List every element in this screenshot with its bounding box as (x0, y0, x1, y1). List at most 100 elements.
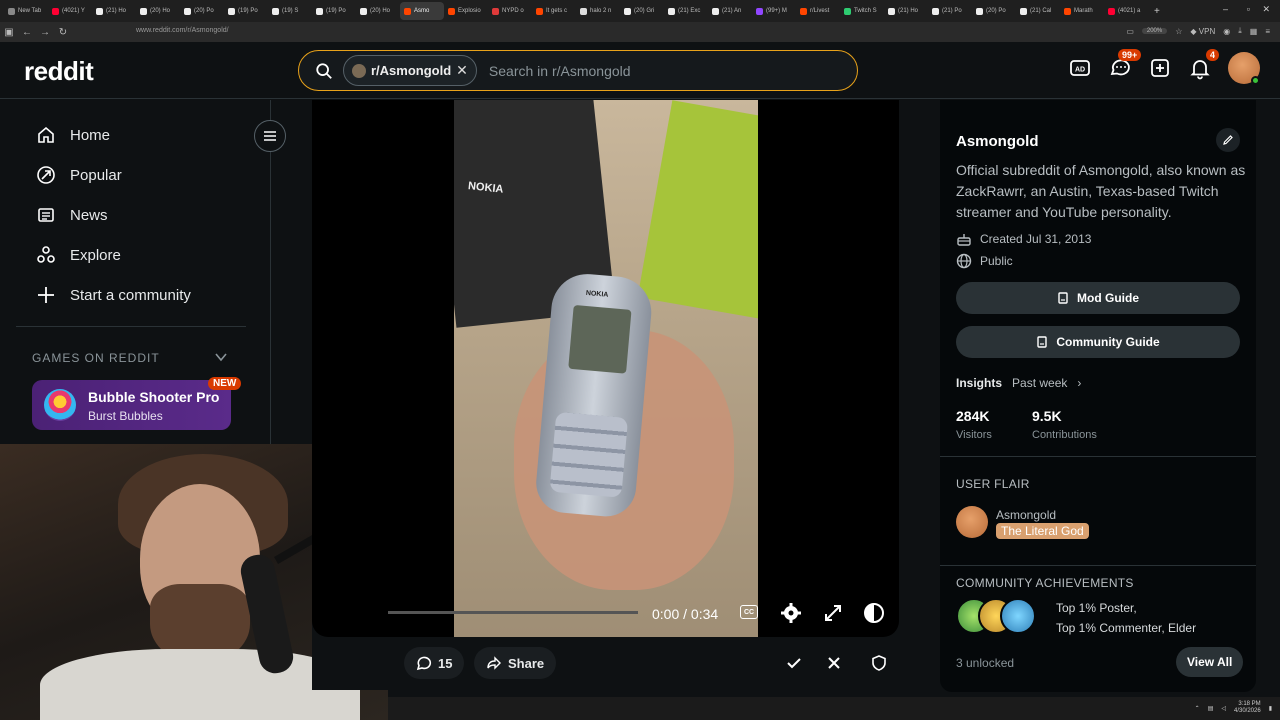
url-field[interactable]: www.reddit.com/r/Asmongold/ (136, 27, 229, 34)
nav-item-start-community[interactable]: Start a community (36, 280, 191, 310)
flair-tag[interactable]: The Literal God (996, 523, 1089, 539)
browser-tab[interactable]: Marath (1060, 2, 1104, 20)
mod-guide-label: Mod Guide (1077, 291, 1139, 305)
browser-tab[interactable]: (21) Ho (92, 2, 136, 20)
reload-icon[interactable]: ↻ (54, 27, 72, 38)
approve-button[interactable] (778, 647, 810, 679)
guide-book-icon (1058, 292, 1068, 304)
bookmark-star-icon[interactable]: ☆ (1175, 27, 1182, 36)
browser-tab[interactable]: (20) Ho (356, 2, 400, 20)
post-action-bar: 15 Share (402, 647, 902, 679)
chevron-down-icon[interactable] (214, 350, 228, 364)
browser-tab[interactable]: (20) Po (972, 2, 1016, 20)
browser-tab[interactable]: (19) Po (224, 2, 268, 20)
browser-tab[interactable]: Asmo (400, 2, 444, 20)
mod-guide-button[interactable]: Mod Guide (956, 282, 1240, 314)
tab-label: (21) An (722, 8, 742, 14)
browser-tab[interactable]: (20) Gri (620, 2, 664, 20)
browser-tab[interactable]: (20) Po (180, 2, 224, 20)
browser-tab[interactable]: (4021) Y (48, 2, 92, 20)
browser-tab[interactable]: (4021) a (1104, 2, 1148, 20)
screenshot-icon[interactable]: ▭ (1126, 27, 1134, 36)
browser-tab[interactable]: (21) An (708, 2, 752, 20)
community-description: Official subreddit of Asmongold, also kn… (956, 162, 1246, 220)
browser-tab[interactable]: halo 2 n (576, 2, 620, 20)
zoom-level[interactable]: 200% (1141, 28, 1168, 34)
flair-avatar[interactable] (956, 506, 988, 538)
speaker-icon[interactable]: ◁ (1221, 705, 1226, 712)
download-icon[interactable]: ⤓ (1238, 26, 1242, 36)
nav-item-home[interactable]: Home (36, 120, 110, 150)
home-icon (38, 126, 54, 143)
tab-favicon-icon (580, 7, 587, 15)
search-input[interactable]: Search in r/Asmongold (489, 63, 631, 79)
settings-gear-icon[interactable] (780, 602, 802, 624)
volume-icon[interactable] (863, 602, 885, 624)
browser-tab[interactable]: NYPD o (488, 2, 532, 20)
view-all-button[interactable]: View All (1176, 647, 1244, 677)
video-player[interactable]: NOKIA NOKIA 0:00 / 0:34 CC (312, 100, 899, 637)
tab-label: It gets c (546, 8, 568, 14)
notification-center-icon[interactable]: ▮ (1269, 705, 1272, 712)
game-card-bubble-shooter[interactable]: Bubble Shooter Pro Burst Bubbles NEW (32, 377, 242, 430)
back-icon[interactable]: ← (18, 27, 36, 38)
browser-tab[interactable]: (19) Po (312, 2, 356, 20)
remove-button[interactable] (818, 647, 850, 679)
pencil-icon (1223, 135, 1233, 145)
captions-icon[interactable]: CC (740, 605, 758, 619)
mod-shield-button[interactable] (863, 647, 895, 679)
vpn-button[interactable]: ◆ VPN (1190, 27, 1215, 36)
browser-tab[interactable]: (19) S (268, 2, 312, 20)
maximize-icon[interactable]: ▫ (1247, 4, 1250, 14)
network-icon[interactable]: ▤ (1208, 705, 1214, 712)
fullscreen-icon[interactable] (822, 602, 844, 624)
advertise-icon[interactable]: AD (1068, 56, 1092, 80)
wallet-icon[interactable]: ◉ (1223, 27, 1230, 36)
reddit-logo[interactable]: reddit (24, 56, 94, 87)
collapse-sidebar-button[interactable] (254, 120, 286, 152)
extensions-icon[interactable]: ▦ (1250, 27, 1258, 36)
browser-tab[interactable]: (21) Exc (664, 2, 708, 20)
tab-favicon-icon (272, 7, 279, 15)
games-section-header[interactable]: GAMES ON REDDIT (32, 351, 160, 365)
search-bar[interactable]: r/Asmongold ✕ Search in r/Asmongold (298, 50, 858, 91)
clock-date: 4/30/2026 (1233, 708, 1261, 714)
flair-username[interactable]: Asmongold (996, 508, 1056, 522)
subreddit-search-chip[interactable]: r/Asmongold ✕ (343, 55, 477, 86)
clock[interactable]: 3:18 PM 4/30/2026 (1234, 701, 1261, 715)
post-container: NOKIA NOKIA 0:00 / 0:34 CC 15 Share (312, 100, 917, 690)
browser-tab[interactable]: (21) Po (928, 2, 972, 20)
browser-tab[interactable]: (21) Cal (1016, 2, 1060, 20)
video-progress-bar[interactable] (388, 611, 638, 614)
create-post-icon[interactable] (1148, 56, 1172, 80)
insights-row[interactable]: Insights Past week › (956, 376, 1081, 390)
browser-tab[interactable]: New Tab (4, 2, 48, 20)
browser-tab[interactable]: It gets c (532, 2, 576, 20)
minimize-icon[interactable]: – (1223, 4, 1228, 14)
browser-tab[interactable]: Twitch S (840, 2, 884, 20)
tab-favicon-icon (668, 7, 675, 15)
achievement-badges[interactable] (956, 598, 1046, 638)
nav-item-explore[interactable]: Explore (36, 240, 121, 270)
browser-tab[interactable]: r/Livest (796, 2, 840, 20)
share-button[interactable]: Share (474, 647, 557, 679)
tab-favicon-icon (1108, 7, 1115, 15)
edit-community-button[interactable] (1216, 128, 1240, 152)
sidebar-toggle-icon[interactable]: ▣ (0, 27, 18, 38)
browser-tab[interactable]: (99+) M (752, 2, 796, 20)
nav-item-news[interactable]: News (36, 200, 108, 230)
close-window-icon[interactable]: ✕ (1262, 4, 1270, 15)
created-date: Created Jul 31, 2013 (980, 232, 1092, 246)
tray-chevron-icon[interactable]: ⌃ (1195, 705, 1200, 712)
chip-close-icon[interactable]: ✕ (456, 62, 468, 79)
comments-button[interactable]: 15 (404, 647, 465, 679)
new-tab-icon[interactable]: + (1154, 6, 1160, 17)
forward-icon[interactable]: → (36, 27, 54, 38)
nav-item-popular[interactable]: Popular (36, 160, 122, 190)
browser-tab[interactable]: (20) Ho (136, 2, 180, 20)
browser-tab[interactable]: (21) Ho (884, 2, 928, 20)
menu-icon[interactable]: ≡ (1265, 27, 1270, 36)
browser-tab[interactable]: Explosio (444, 2, 488, 20)
tab-label: (21) Ho (898, 8, 919, 14)
community-guide-button[interactable]: Community Guide (956, 326, 1240, 358)
